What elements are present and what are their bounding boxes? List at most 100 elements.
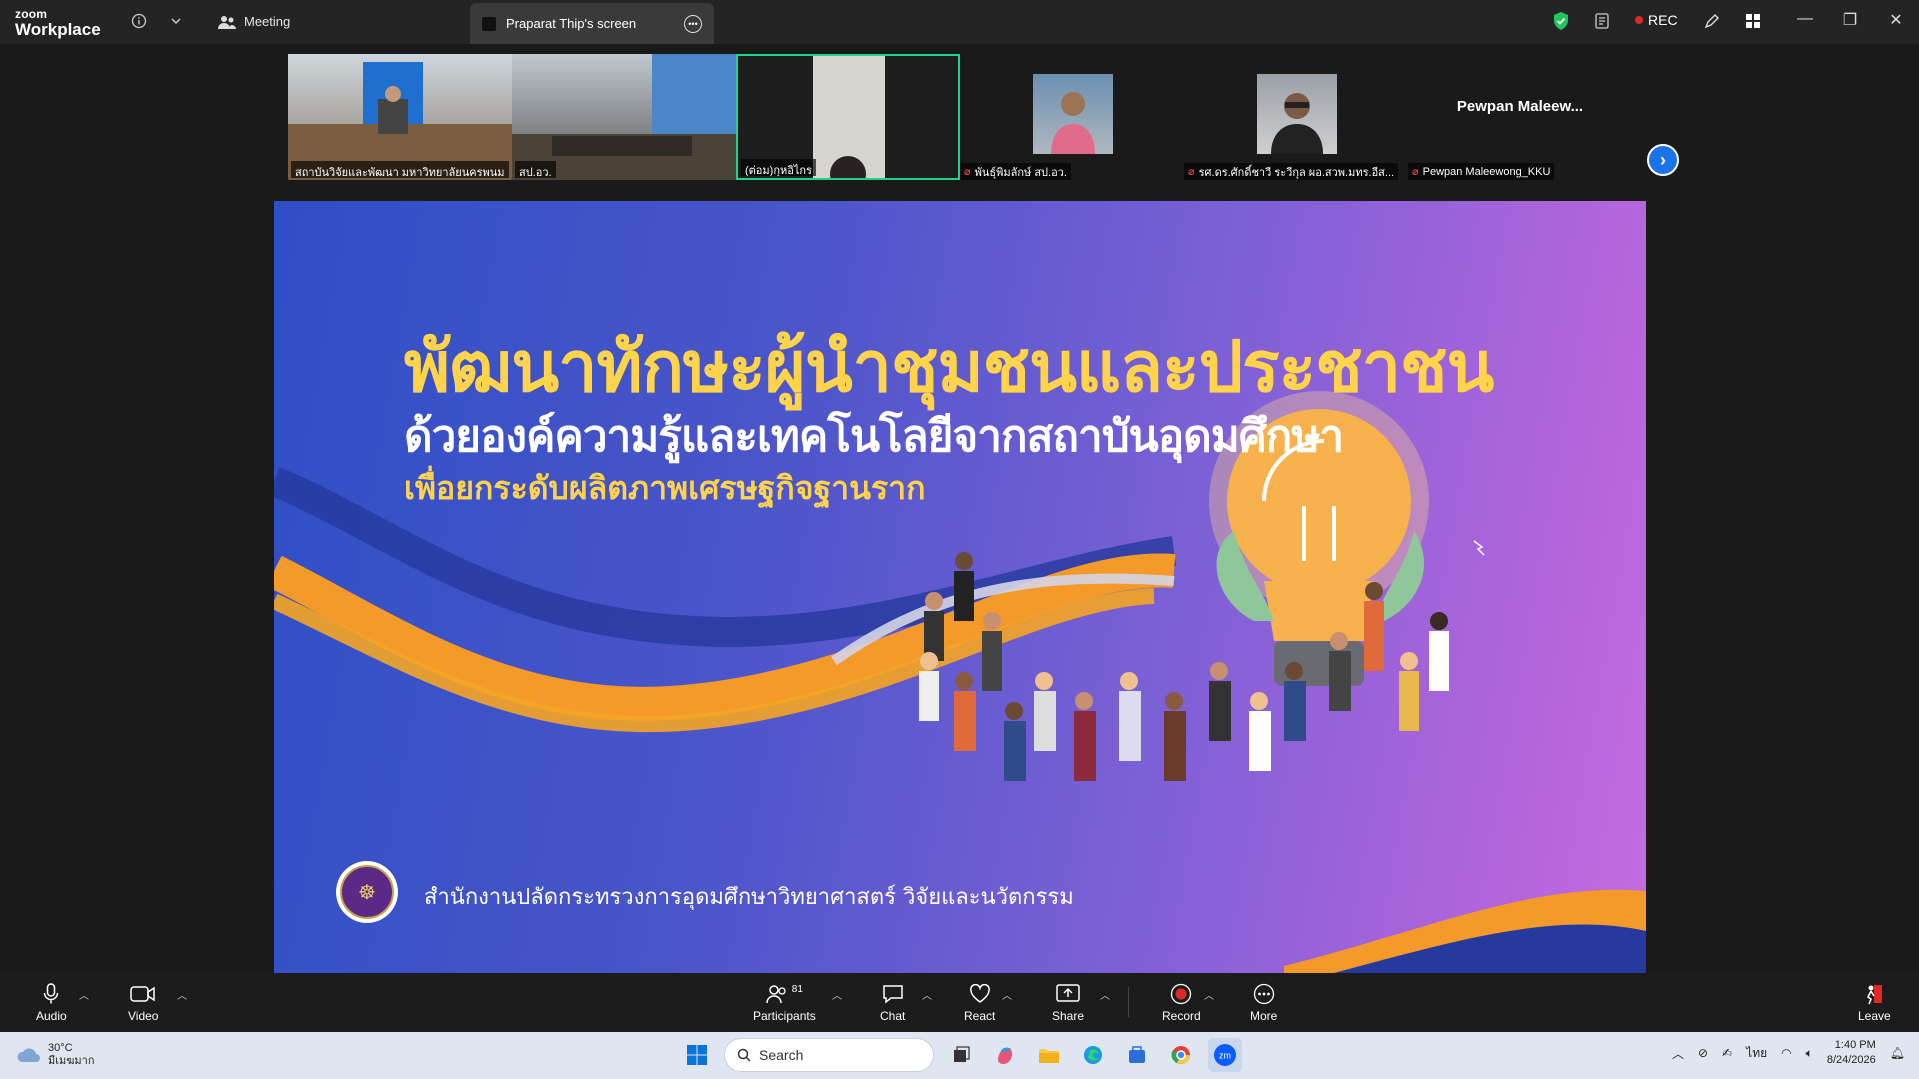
windows-start-icon[interactable] — [680, 1038, 714, 1072]
pen-icon[interactable]: ✍ — [1722, 1046, 1732, 1060]
restore-icon[interactable]: ❐ — [1838, 10, 1862, 30]
notes-icon[interactable] — [1591, 10, 1613, 32]
tile-name: สถาบันวิจัยและพัฒนา มหาวิทยาลัยนครพนม — [291, 161, 509, 178]
camera-off-icon[interactable]: ⊘ — [1698, 1046, 1708, 1060]
video-button[interactable]: Video — [128, 983, 158, 1023]
meeting-tab[interactable]: Meeting — [218, 14, 290, 29]
participants-icon: 81 — [766, 983, 803, 1005]
video-tile[interactable]: ⌀ รศ.ดร.ศักดิ์ชาวี ระวีกุล ผอ.สวพ.มทร.อีส… — [1184, 54, 1408, 180]
more-icon — [1253, 983, 1275, 1005]
weather-widget[interactable]: 30°C มีเมฆมาก — [16, 1042, 95, 1068]
annotate-icon[interactable] — [1701, 10, 1723, 32]
cloud-icon — [17, 1048, 40, 1063]
microphone-icon — [43, 983, 59, 1005]
share-screen-icon — [1056, 983, 1080, 1005]
chat-options-caret[interactable]: ︿ — [922, 987, 932, 1002]
slide-subtitle: ด้วยองค์ความรู้และเทคโนโลยีจากสถาบันอุดม… — [404, 411, 1344, 462]
audio-options-caret[interactable]: ︿ — [79, 987, 89, 1002]
screen-thumb-icon — [482, 16, 496, 31]
share-button[interactable]: Share — [1052, 983, 1084, 1023]
participants-label: Participants — [753, 1009, 816, 1023]
participants-button[interactable]: 81 Participants — [753, 983, 816, 1024]
tile-caption: ⌀ พันธุ์พิมลักษ์ สป.อว. — [960, 163, 1071, 180]
apps-grid-icon[interactable] — [1742, 10, 1764, 32]
record-icon — [1170, 983, 1192, 1005]
slide-footer: สำนักงานปลัดกระทรวงการอุดมศึกษาวิทยาศาสต… — [424, 885, 1074, 910]
more-label: More — [1250, 1009, 1278, 1023]
record-dot-icon — [1635, 16, 1643, 24]
rec-label: REC — [1648, 12, 1678, 28]
language-indicator[interactable]: ไทย — [1746, 1044, 1767, 1063]
record-options-caret[interactable]: ︿ — [1204, 987, 1214, 1002]
chevron-down-icon[interactable] — [165, 10, 187, 32]
share-options-caret[interactable]: ︿ — [1100, 987, 1110, 1002]
notification-bell-icon[interactable]: 🔔︎ — [1890, 1046, 1905, 1060]
people-icon — [218, 15, 236, 29]
participant-strip: สถาบันวิจัยและพัฒนา มหาวิทยาลัยนครพนม สป… — [0, 44, 1919, 236]
tile-name: Pewpan Maleewong_KKU — [1422, 165, 1551, 178]
camera-icon — [130, 983, 156, 1005]
video-options-caret[interactable]: ︿ — [177, 987, 187, 1002]
clock-date: 8/24/2026 — [1826, 1054, 1876, 1067]
video-tile[interactable]: สถาบันวิจัยและพัฒนา มหาวิทยาลัยนครพนม — [288, 54, 512, 180]
tile-name: รศ.ดร.ศักดิ์ชาวี ระวีกุล ผอ.สวพ.มทร.อีส.… — [1198, 166, 1395, 179]
info-icon[interactable] — [128, 10, 150, 32]
leave-icon — [1863, 983, 1885, 1005]
chat-icon — [882, 983, 904, 1005]
zoom-app-icon[interactable]: zm — [1208, 1038, 1242, 1072]
tile-caption: ⌀ Pewpan Maleewong_KKU — [1408, 163, 1555, 180]
participants-options-caret[interactable]: ︿ — [832, 987, 842, 1002]
logo-bottom: Workplace — [15, 20, 101, 39]
react-button[interactable]: React — [964, 983, 995, 1023]
shared-screen-tab[interactable]: Praparat Thip's screen ••• — [470, 3, 714, 44]
mic-muted-icon: ⌀ — [1188, 166, 1195, 178]
avatar — [1033, 74, 1113, 154]
chevron-up-icon[interactable]: ︿ — [1672, 1045, 1684, 1062]
record-button[interactable]: Record — [1162, 983, 1201, 1023]
store-icon[interactable] — [1120, 1038, 1154, 1072]
shared-slide: พัฒนาทักษะผู้นำชุมชนและประชาชน ด้วยองค์ค… — [274, 201, 1646, 973]
chrome-icon[interactable] — [1164, 1038, 1198, 1072]
shield-icon[interactable] — [1552, 11, 1570, 36]
taskbar-apps: Search zm — [680, 1038, 1242, 1072]
avatar — [1257, 74, 1337, 154]
tile-display-name: Pewpan Maleew... — [1456, 98, 1584, 115]
video-tile[interactable]: ⌀ พันธุ์พิมลักษ์ สป.อว. — [960, 54, 1184, 180]
next-page-button[interactable]: › — [1647, 144, 1679, 176]
video-tile[interactable]: สป.อว. — [512, 54, 736, 180]
leave-button[interactable]: Leave — [1858, 983, 1891, 1023]
heart-icon — [969, 983, 991, 1005]
taskbar-search[interactable]: Search — [724, 1038, 934, 1072]
clock[interactable]: 1:40 PM 8/24/2026 — [1827, 1038, 1876, 1069]
task-view-icon[interactable] — [944, 1038, 978, 1072]
volume-icon[interactable]: 🔈︎ — [1806, 1046, 1813, 1061]
react-options-caret[interactable]: ︿ — [1002, 987, 1012, 1002]
screen-tab-label: Praparat Thip's screen — [506, 16, 637, 31]
more-button[interactable]: More — [1250, 983, 1277, 1023]
chat-button[interactable]: Chat — [880, 983, 905, 1023]
title-bar: zoom Workplace Meeting Praparat Thip's s… — [0, 0, 1919, 44]
file-explorer-icon[interactable] — [1032, 1038, 1066, 1072]
video-tile[interactable]: Pewpan Maleew... ⌀ Pewpan Maleewong_KKU — [1408, 54, 1632, 180]
clock-time: 1:40 PM — [1834, 1039, 1876, 1051]
copilot-icon[interactable] — [988, 1038, 1022, 1072]
active-speaker-tile[interactable]: (ต่อม)กุหอิไกร — [736, 54, 960, 180]
wifi-icon[interactable]: ◠ — [1781, 1046, 1791, 1060]
divider — [1128, 987, 1129, 1017]
ministry-seal: ☸ — [336, 861, 398, 923]
leave-label: Leave — [1858, 1009, 1891, 1023]
edge-icon[interactable] — [1076, 1038, 1110, 1072]
weather-temp: 30°C — [48, 1042, 73, 1054]
close-icon[interactable]: ✕ — [1884, 10, 1908, 30]
meeting-label: Meeting — [244, 14, 291, 29]
minimize-icon[interactable]: — — [1793, 10, 1817, 28]
mic-muted-icon: ⌀ — [964, 166, 971, 178]
os-taskbar: 30°C มีเมฆมาก Search zm ︿ ⊘ ✍ ไทย ◠ 🔈︎ 1:… — [0, 1032, 1919, 1079]
audio-button[interactable]: Audio — [36, 983, 67, 1023]
search-placeholder: Search — [759, 1047, 804, 1063]
more-options-icon[interactable]: ••• — [684, 14, 702, 33]
weather-desc: มีเมฆมาก — [48, 1055, 95, 1068]
mic-muted-icon: ⌀ — [1412, 166, 1419, 178]
recording-indicator[interactable]: REC — [1635, 12, 1678, 28]
record-label: Record — [1162, 1009, 1201, 1023]
